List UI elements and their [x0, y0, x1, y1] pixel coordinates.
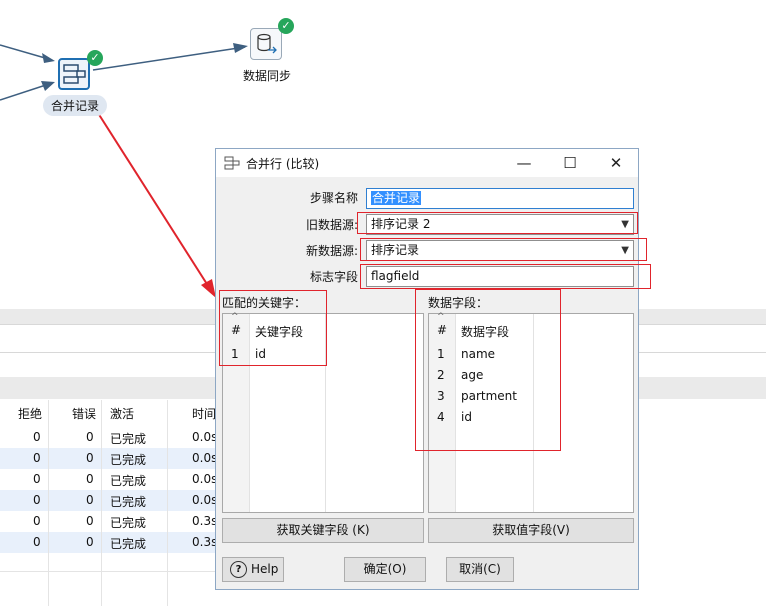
column-header[interactable]: 激活 — [110, 405, 134, 422]
error-cell: 0 — [86, 430, 94, 444]
column-header[interactable]: 拒绝 — [18, 405, 42, 422]
grid-line — [48, 400, 49, 606]
sync-step-ok-icon: ✓ — [278, 18, 294, 34]
sync-step-icon[interactable] — [250, 28, 282, 60]
help-button[interactable]: ? Help — [222, 557, 284, 582]
hop-out-arrow — [233, 43, 248, 53]
column-header[interactable]: 错误 — [72, 405, 96, 422]
grid-line — [0, 571, 216, 572]
new-source-label: 新数据源: — [305, 244, 358, 258]
annotation-box — [360, 238, 647, 261]
cancel-button[interactable]: 取消(C) — [446, 557, 514, 582]
status-cell: 已完成 — [110, 495, 147, 509]
minimize-icon[interactable]: — — [509, 151, 539, 175]
status-cell: 已完成 — [110, 516, 147, 530]
help-label: Help — [251, 562, 279, 576]
status-cell: 已完成 — [110, 432, 147, 446]
error-cell: 0 — [86, 514, 94, 528]
get-value-fields-button[interactable]: 获取值字段(V) — [428, 518, 634, 543]
annotation-box — [360, 264, 651, 289]
hop-in-1-arrow — [42, 53, 55, 63]
help-icon: ? — [230, 561, 247, 578]
maximize-icon[interactable]: ☐ — [555, 151, 585, 175]
reject-cell: 0 — [33, 430, 41, 444]
hop-out — [92, 46, 246, 71]
step-name-value: 合并记录 — [371, 191, 422, 205]
time-cell: 0.0s — [192, 430, 218, 444]
table-row[interactable]: 0 0 已完成 0.3s — [0, 532, 218, 553]
time-cell: 0.3s — [192, 535, 218, 549]
sync-step-label[interactable]: 数据同步 — [243, 67, 291, 84]
time-cell: 0.0s — [192, 451, 218, 465]
table-row[interactable]: 0 0 已完成 0.0s — [0, 427, 218, 448]
column-header[interactable]: 时间 — [192, 405, 216, 422]
merge-rows-icon — [224, 156, 240, 170]
flag-field-label: 标志字段 — [309, 270, 358, 284]
reject-cell: 0 — [33, 493, 41, 507]
status-cell: 已完成 — [110, 474, 147, 488]
reject-cell: 0 — [33, 472, 41, 486]
annotation-arrow — [97, 112, 213, 293]
table-row[interactable]: 0 0 已完成 0.0s — [0, 448, 218, 469]
merge-step-label[interactable]: 合并记录 — [43, 95, 108, 116]
close-icon[interactable]: ✕ — [601, 151, 631, 175]
ok-button[interactable]: 确定(O) — [344, 557, 426, 582]
error-cell: 0 — [86, 493, 94, 507]
merge-step-ok-icon: ✓ — [87, 50, 103, 66]
annotation-box — [219, 290, 327, 366]
status-cell: 已完成 — [110, 453, 147, 467]
annotation-box — [415, 289, 561, 451]
table-row[interactable]: 0 0 已完成 0.0s — [0, 490, 218, 511]
error-cell: 0 — [86, 472, 94, 486]
metrics-grid-header: 拒绝 错误 激活 时间 — [0, 400, 220, 426]
database-sync-icon — [257, 33, 277, 54]
dialog-title: 合并行 (比较) — [246, 157, 320, 171]
table-row[interactable]: 0 0 已完成 0.3s — [0, 511, 218, 532]
error-cell: 0 — [86, 451, 94, 465]
time-cell: 0.0s — [192, 493, 218, 507]
dialog-titlebar[interactable]: 合并行 (比较) — ☐ ✕ — [216, 149, 638, 177]
reject-cell: 0 — [33, 451, 41, 465]
grid-line — [167, 400, 168, 606]
time-cell: 0.0s — [192, 472, 218, 486]
hop-in-2-arrow — [41, 81, 55, 91]
get-key-fields-button[interactable]: 获取关键字段 (K) — [222, 518, 424, 543]
merge-step-icon[interactable] — [58, 58, 90, 90]
error-cell: 0 — [86, 535, 94, 549]
old-source-label: 旧数据源: — [305, 218, 358, 232]
status-cell: 已完成 — [110, 537, 147, 551]
merge-rows-icon — [63, 64, 86, 84]
table-row[interactable]: 0 0 已完成 0.0s — [0, 469, 218, 490]
step-name-label: 步骤名称 — [309, 191, 358, 205]
step-name-input[interactable]: 合并记录 — [366, 188, 634, 209]
time-cell: 0.3s — [192, 514, 218, 528]
reject-cell: 0 — [33, 535, 41, 549]
annotation-box — [357, 212, 638, 234]
grid-line — [101, 400, 102, 606]
annotation-arrowhead — [201, 279, 216, 298]
reject-cell: 0 — [33, 514, 41, 528]
